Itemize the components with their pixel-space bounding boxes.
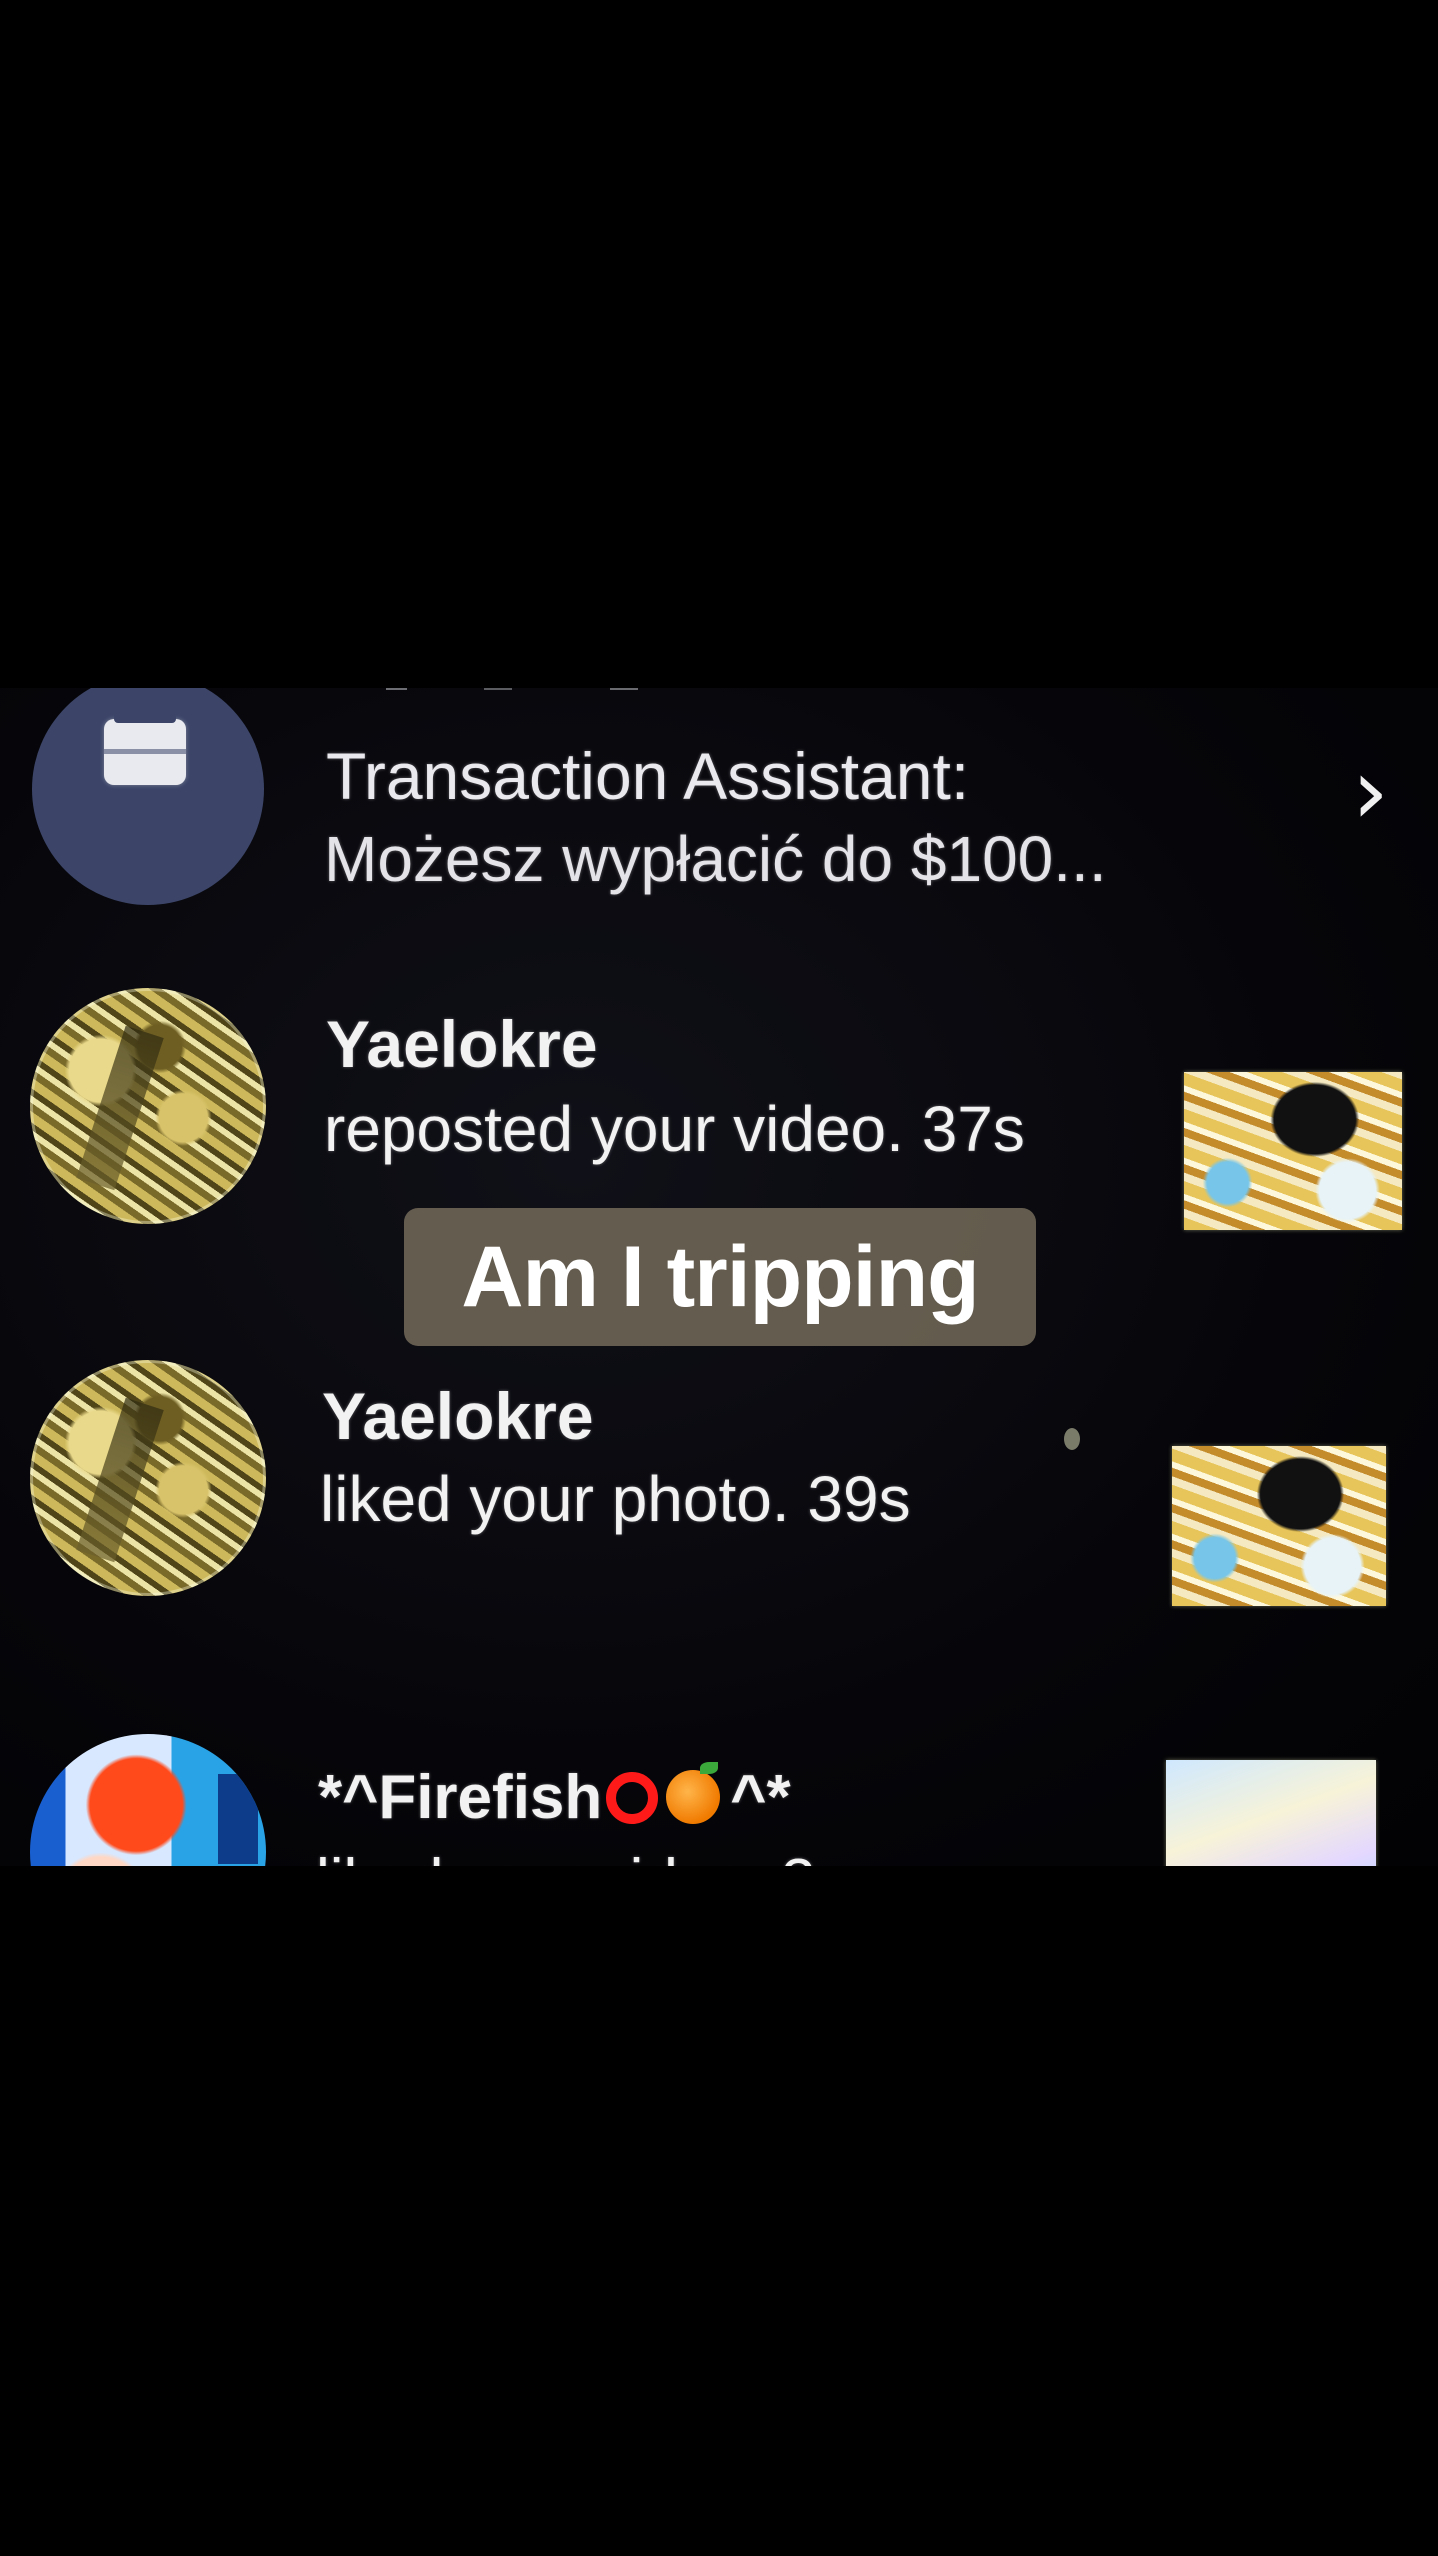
notification-message: liked your video. 3 [316, 1846, 816, 1866]
username[interactable]: Yaelokre [326, 1006, 598, 1082]
inbox-icon [104, 709, 186, 785]
notification-transaction-assistant[interactable]: Transaction Assistant: Możesz wypłacić d… [0, 688, 1438, 918]
avatar[interactable] [30, 988, 266, 1224]
username[interactable]: Yaelokre [322, 1378, 594, 1454]
notification-message: liked your photo. 39s [320, 1463, 911, 1535]
notification-repost[interactable]: Yaelokre reposted your video. 37s [0, 986, 1438, 1230]
screen: Transaction Assistant: Możesz wypłacić d… [0, 0, 1438, 2556]
avatar[interactable] [30, 1734, 266, 1866]
video-thumbnail[interactable] [1184, 1072, 1402, 1230]
red-circle-icon [606, 1772, 659, 1824]
photo-thumbnail[interactable] [1172, 1446, 1386, 1606]
username-suffix: ^* [730, 1763, 791, 1832]
notification-message: Możesz wypłacić do $100... [324, 823, 1107, 895]
notification-like-video[interactable]: *^Firefish ^* liked your video. 3 [0, 1734, 1438, 1866]
username-prefix: *^Firefish [318, 1763, 603, 1832]
notification-like-photo[interactable]: Yaelokre liked your photo. 39s [0, 1360, 1438, 1606]
notification-message: reposted your video. 37s [324, 1093, 1025, 1165]
username[interactable]: *^Firefish ^* [318, 1762, 791, 1833]
system-avatar [32, 688, 264, 905]
dust-speck [1064, 1428, 1080, 1450]
tangerine-icon [666, 1762, 721, 1824]
notification-title: Transaction Assistant: [326, 739, 970, 813]
video-thumbnail[interactable] [1166, 1760, 1376, 1866]
avatar[interactable] [30, 1360, 266, 1596]
overlay-caption: Am I tripping [404, 1208, 1036, 1346]
chevron-right-icon[interactable]: › [1352, 746, 1389, 838]
